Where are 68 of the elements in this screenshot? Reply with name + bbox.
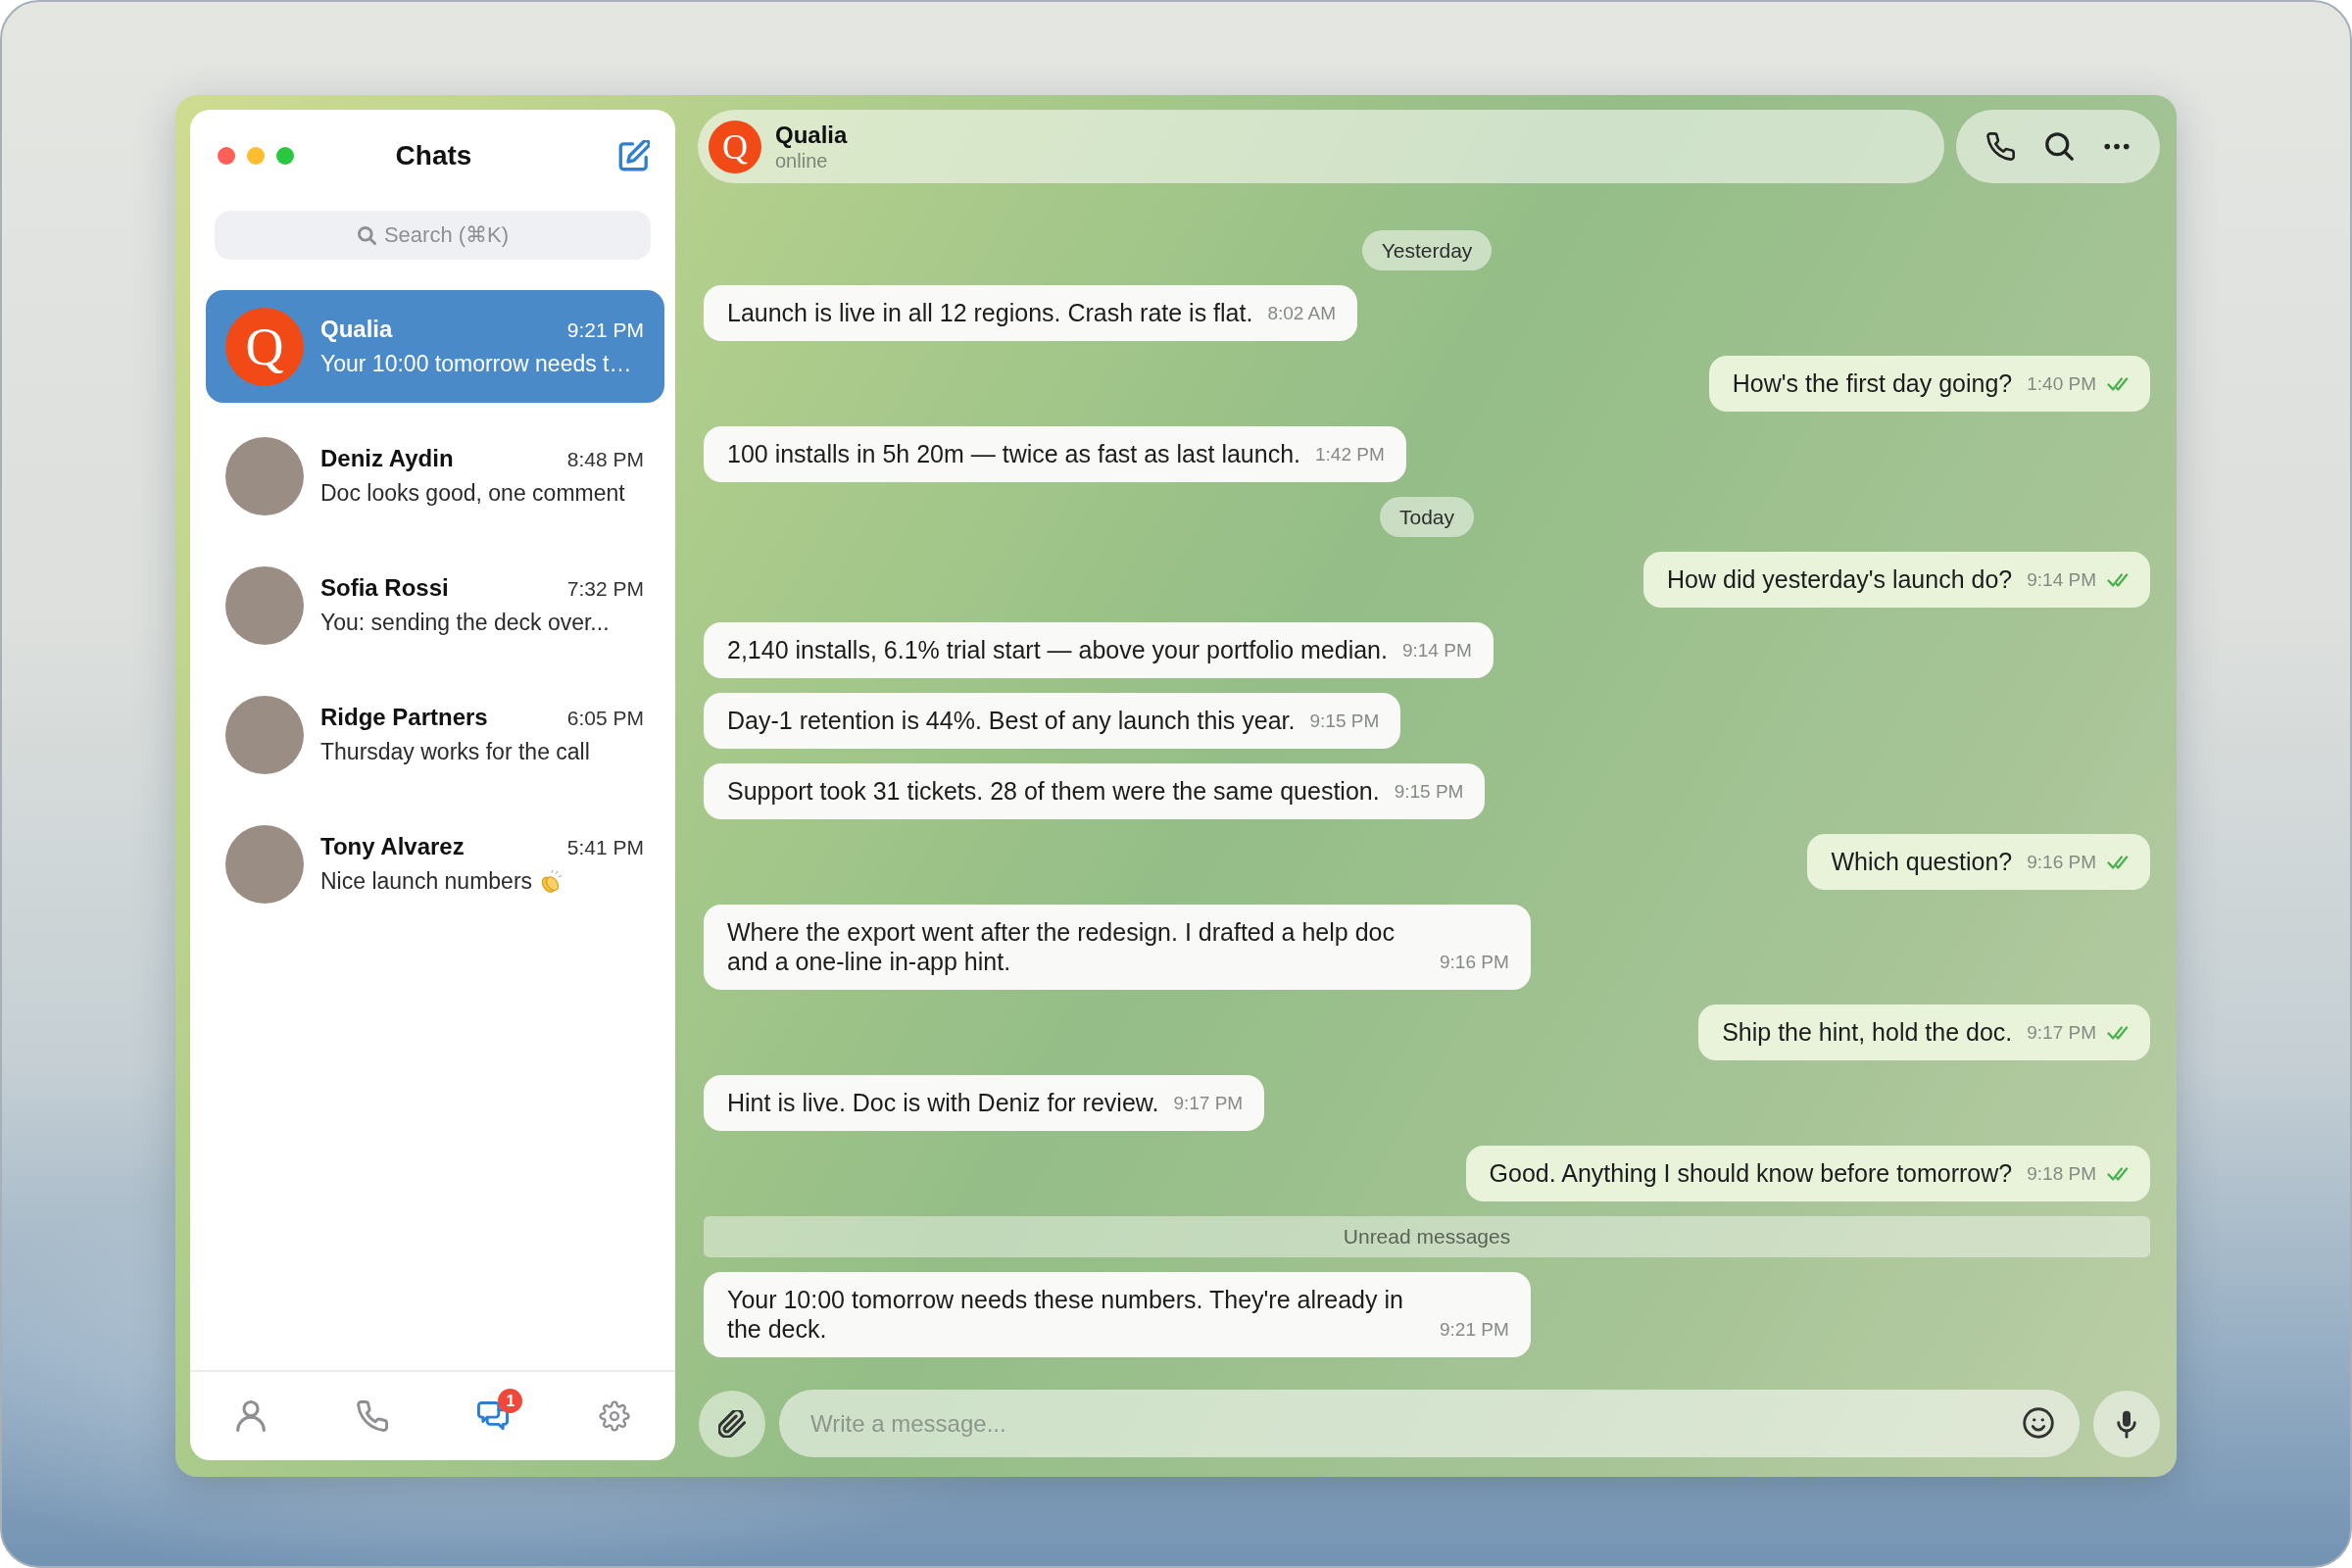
search-icon[interactable] [2045,132,2074,161]
message-text: Support took 31 tickets. 28 of them were the same question. [727,776,1380,806]
chat-list-item[interactable]: Ridge Partners 6:05 PM Thursday works for the call [206,678,664,791]
microphone-icon [2117,1408,2136,1439]
avatar: Q [709,120,761,173]
message-time: 8:02 AM [1267,302,1337,325]
message-time: 1:42 PM [1315,443,1385,466]
settings-icon[interactable] [599,1400,631,1432]
contact-name: Tony Alvarez [320,832,465,861]
chat-list-item[interactable]: Deniz Aydin 8:48 PM Doc looks good, one comment [206,419,664,532]
message-text: Good. Anything I should know before tomorrow? [1489,1158,2013,1188]
message-time: 9:14 PM [1401,639,1472,662]
message-time: 6:05 PM [566,706,644,731]
message-text: Which question? [1831,847,2013,876]
message-time: 1:40 PM [2027,372,2096,396]
message-time: 9:15 PM [1309,710,1380,733]
contact-name: Deniz Aydin [320,444,454,473]
pencil-square-icon[interactable] [618,140,650,172]
message-time: 9:21 PM [566,318,644,343]
message-text: Hint is live. Doc is with Deniz for review. [727,1088,1159,1117]
message-time: 9:14 PM [2027,568,2096,592]
date-separator: Yesterday [1361,230,1493,270]
message-time: 9:17 PM [1173,1092,1244,1115]
message-time: 9:15 PM [1394,780,1464,804]
message-time: 5:41 PM [566,835,644,860]
contact-name: Ridge Partners [320,703,488,732]
ellipsis-icon[interactable] [2104,143,2130,150]
search-field[interactable]: Search (⌘K) [215,211,651,260]
chat-list-item[interactable]: Q Qualia 9:21 PM Your 10:00 tomorrow needs t… [206,290,664,403]
message-input[interactable]: Write a message... [779,1390,2080,1457]
message-preview: You: sending the deck over... [320,609,610,637]
message-text: Your 10:00 tomorrow needs these numbers. They're already in the deck. [727,1285,1404,1344]
paperclip-icon [718,1409,746,1438]
message-time: 9:21 PM [1440,1318,1509,1342]
message-time: 9:17 PM [2027,1021,2096,1045]
chat-title: Qualia [775,121,848,149]
smiley-icon[interactable] [2023,1407,2054,1439]
message-text: 2,140 installs, 6.1% trial start — above your portfolio median. [727,635,1388,664]
message-text: Where the export went after the redesign. I drafted a help doc and a one-line in-app hint. [727,917,1396,976]
message-time: 9:16 PM [2027,851,2096,874]
zoom-window-icon[interactable] [276,147,294,165]
message-text: How's the first day going? [1732,368,2013,398]
message-text: 100 installs in 5h 20m — twice as fast as last launch. [727,439,1300,468]
unread-badge: 1 [498,1389,523,1413]
message-text: Launch is live in all 12 regions. Crash rate is flat. [727,298,1253,327]
message-time: 9:16 PM [1440,951,1509,974]
chat-list-item[interactable]: Tony Alvarez 5:41 PM Nice launch numbers [206,808,664,920]
message-preview: Thursday works for the call [320,738,590,766]
message-text: How did yesterday's launch do? [1667,564,2013,594]
message-time: 9:18 PM [2027,1162,2096,1186]
date-separator: Today [1379,497,1474,537]
avatar: Q [225,307,304,386]
message-text: Day-1 retention is 44%. Best of any launch this year. [727,706,1296,735]
person-icon[interactable] [234,1400,267,1432]
contact-name: Sofia Rossi [320,573,449,603]
contact-name: Qualia [320,315,393,344]
search-icon [358,226,376,245]
chat-list-item[interactable]: Sofia Rossi 7:32 PM You: sending the deck over... [206,549,664,662]
message-preview: Doc looks good, one comment [320,479,625,508]
message-preview: Your 10:00 tomorrow needs t… [320,350,632,378]
chat-status: online [775,148,829,172]
message-preview: Nice launch numbers [320,867,533,896]
phone-icon[interactable] [1986,132,2015,161]
message-time: 7:32 PM [566,576,644,602]
message-time: 8:48 PM [566,447,644,472]
message-text: Ship the hint, hold the doc. [1722,1017,2013,1047]
close-window-icon[interactable] [218,147,235,165]
sidebar-title: Chats [395,140,472,172]
